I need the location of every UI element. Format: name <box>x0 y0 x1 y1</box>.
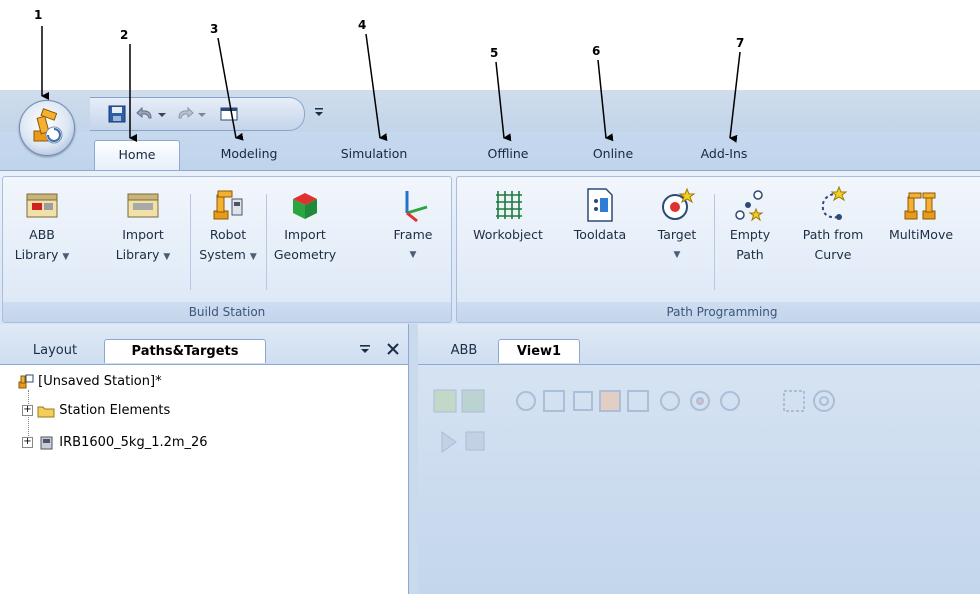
callout-arrows <box>41 26 741 143</box>
